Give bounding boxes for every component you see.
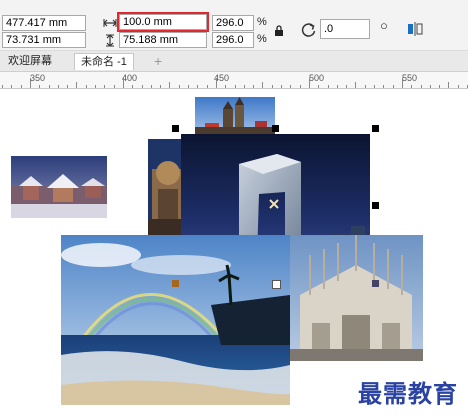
- ruler-tick: [327, 85, 329, 88]
- selection-handle-top-left[interactable]: [172, 125, 179, 132]
- ruler-tick: [420, 85, 422, 88]
- ruler-tick: [383, 85, 385, 88]
- lock-icon[interactable]: [272, 23, 286, 37]
- ruler-tick: [132, 85, 134, 88]
- property-bar: 477.417 mm 73.731 mm 100.0 mm 75.188 mm …: [0, 0, 468, 51]
- percent-label-x: %: [257, 16, 267, 28]
- selection-handle-bottom-right[interactable]: [372, 280, 379, 287]
- ruler-tick: [11, 85, 13, 88]
- selection-handle-bottom-center[interactable]: [272, 280, 281, 289]
- ruler-tick: [122, 78, 124, 88]
- ruler-tick: [67, 85, 69, 88]
- ruler-tick: [262, 82, 264, 88]
- ruler-tick: [85, 85, 87, 88]
- rotation-angle-field[interactable]: .0: [320, 19, 370, 39]
- ruler-tick: [20, 85, 22, 88]
- ruler-tick: [234, 85, 236, 88]
- ruler-tick: [290, 85, 292, 88]
- ruler-tick: [271, 85, 273, 88]
- ruler-tick: [39, 85, 41, 88]
- y-position-field[interactable]: 73.731 mm: [2, 32, 86, 48]
- selection-handle-top-right[interactable]: [372, 125, 379, 132]
- ruler-tick: [150, 85, 152, 88]
- ruler-tick: [95, 85, 96, 88]
- ruler-label: 400: [122, 73, 138, 83]
- horizontal-ruler: 350 400 450 500 550: [0, 72, 468, 89]
- degree-label: ○: [380, 18, 388, 33]
- ruler-tick: [253, 85, 255, 88]
- ruler-tick: [336, 85, 338, 88]
- ruler-tick: [169, 82, 171, 88]
- ruler-tick: [346, 85, 348, 88]
- ruler-tick: [29, 78, 31, 88]
- ruler-tick: [243, 85, 245, 88]
- rotate-icon: [300, 21, 318, 39]
- selection-handle-right-middle[interactable]: [372, 202, 379, 209]
- ruler-label: 550: [402, 73, 418, 83]
- ruler-label: 500: [309, 73, 325, 83]
- ruler-tick: [76, 82, 78, 88]
- ruler-tick: [457, 85, 459, 88]
- scale-y-field[interactable]: 296.0: [212, 32, 254, 48]
- watermark: 最需教育: [358, 379, 458, 408]
- ruler-tick: [401, 78, 403, 88]
- width-arrows-icon: [102, 16, 118, 30]
- ruler-tick: [355, 82, 357, 88]
- center-mark-icon: [269, 199, 279, 209]
- ruler-tick: [448, 82, 450, 88]
- drawing-canvas[interactable]: 最需教育: [0, 89, 468, 417]
- ruler-tick: [206, 85, 208, 88]
- ruler-tick: [48, 85, 50, 88]
- ruler-tick: [113, 85, 115, 88]
- ruler-tick: [439, 85, 441, 88]
- ruler-tick: [215, 78, 217, 88]
- ruler-tick: [188, 85, 189, 88]
- new-tab-button[interactable]: +: [148, 53, 168, 70]
- ruler-tick: [104, 85, 106, 88]
- ruler-tick: [299, 85, 301, 88]
- ruler-tick: [429, 85, 431, 88]
- ruler-tick: [411, 85, 413, 88]
- percent-label-y: %: [257, 33, 267, 45]
- milan-cathedral-photo[interactable]: [290, 235, 423, 361]
- mirror-icon[interactable]: [405, 19, 425, 39]
- document-tab-bar: 欢迎屏幕 未命名 -1 +: [0, 51, 468, 72]
- snowy-village-photo[interactable]: [11, 156, 107, 218]
- width-field[interactable]: 100.0 mm: [117, 12, 209, 32]
- ruler-tick: [318, 85, 320, 88]
- tab-welcome-screen[interactable]: 欢迎屏幕: [2, 53, 58, 70]
- ruler-tick: [160, 85, 162, 88]
- ruler-tick: [178, 85, 180, 88]
- selection-handle-bottom-left[interactable]: [172, 280, 179, 287]
- scale-x-field[interactable]: 296.0: [212, 15, 254, 31]
- rainbow-seaside-photo[interactable]: [61, 235, 290, 405]
- tower-bridge-photo[interactable]: [195, 97, 275, 137]
- ruler-tick: [225, 85, 227, 88]
- ruler-tick: [364, 85, 366, 88]
- ruler-tick: [308, 78, 310, 88]
- selection-handle-top-center[interactable]: [272, 125, 279, 132]
- ruler-label: 350: [30, 73, 46, 83]
- height-field[interactable]: 75.188 mm: [119, 32, 207, 48]
- ruler-tick: [141, 85, 143, 88]
- ruler-tick: [57, 85, 59, 88]
- ruler-tick: [2, 85, 3, 88]
- height-arrows-icon: [104, 33, 116, 47]
- ruler-tick: [374, 85, 375, 88]
- ruler-tick: [197, 85, 199, 88]
- tab-untitled-1[interactable]: 未命名 -1: [74, 53, 134, 70]
- ruler-tick: [392, 85, 394, 88]
- x-position-field[interactable]: 477.417 mm: [2, 15, 86, 31]
- ruler-tick: [281, 85, 282, 88]
